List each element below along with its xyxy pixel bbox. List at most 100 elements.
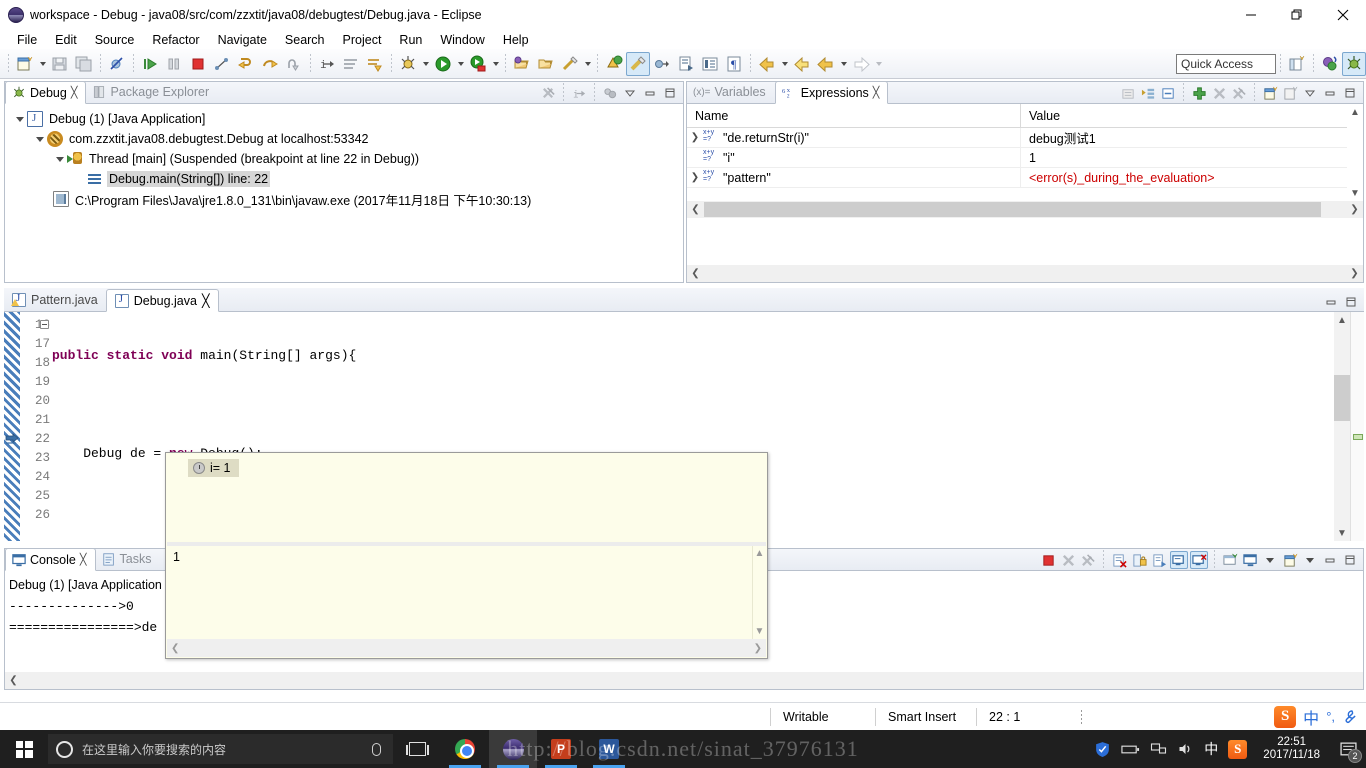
tab-pattern-java[interactable]: Pattern.java [4,289,106,311]
scroll-thumb[interactable] [704,202,1321,217]
open-task-icon[interactable] [534,52,558,76]
scroll-lock-icon[interactable] [1130,551,1148,569]
pin-console-icon[interactable] [1170,551,1188,569]
status-drag-handle[interactable] [1081,709,1082,724]
toggle-block-selection-icon[interactable] [650,52,674,76]
table-row[interactable]: ❯ "de.returnStr(i)" debug测试1 [687,127,1363,148]
scroll-left-icon[interactable]: ❮ [5,672,22,689]
step-into-selection-icon[interactable]: i [570,84,588,102]
suspend-icon[interactable] [162,52,186,76]
new-console-view-icon[interactable] [1241,551,1259,569]
word-wrap-icon[interactable] [1150,551,1168,569]
tree-node-launch[interactable]: Debug (1) [Java Application] [5,109,683,129]
scroll-right-icon[interactable]: ❯ [1346,265,1363,282]
display-selected-console-icon[interactable] [1190,551,1208,569]
chevron-down-icon[interactable] [33,129,47,149]
table-row[interactable]: "i" 1 [687,147,1363,168]
scroll-left-icon[interactable]: ❮ [687,201,704,218]
back-icon[interactable] [814,52,838,76]
scroll-up-icon[interactable]: ▲ [753,546,766,559]
view-menu-drop-icon[interactable] [1301,84,1319,102]
windows-start-icon[interactable] [0,730,48,768]
battery-icon[interactable] [1121,743,1140,756]
run-dropdown-icon[interactable] [455,53,466,75]
popup-expression-chip[interactable]: i= 1 [188,459,239,477]
remove-all-terminated-icon[interactable] [539,84,557,102]
sogou-tray-icon[interactable]: S [1228,739,1248,759]
scroll-track[interactable] [704,265,1346,282]
previous-edit-icon[interactable] [755,52,779,76]
minimize-icon[interactable] [1321,84,1339,102]
column-header-name[interactable]: Name [687,104,1021,127]
close-button[interactable] [1320,0,1366,30]
task-view-icon[interactable] [393,730,441,768]
scroll-right-icon[interactable]: ❯ [754,643,762,654]
run-history-dropdown-icon[interactable] [490,53,501,75]
minimize-icon[interactable] [641,84,659,102]
maximize-button[interactable] [1274,0,1320,30]
taskbar-search-box[interactable]: 在这里输入你要搜索的内容 [48,734,393,764]
step-over-icon[interactable] [258,52,282,76]
popup-horizontal-scrollbar[interactable]: ❮ ❯ [167,639,766,657]
editor-marker-ruler[interactable] [4,312,20,541]
new-expression-icon[interactable] [1261,84,1279,102]
menu-source[interactable]: Source [86,31,144,49]
sogou-ime-icon[interactable]: S [1274,705,1297,728]
menu-refactor[interactable]: Refactor [143,31,208,49]
scroll-up-icon[interactable]: ▲ [1347,104,1363,120]
scroll-up-icon[interactable]: ▲ [1334,312,1350,328]
shield-icon[interactable] [1094,741,1111,758]
menu-run[interactable]: Run [390,31,431,49]
menu-file[interactable]: File [8,31,46,49]
add-watch-expression-icon[interactable] [1190,84,1208,102]
editor-overview-ruler[interactable] [1350,312,1364,541]
new-wizard-dropdown-icon[interactable] [37,53,48,75]
save-icon[interactable] [48,52,72,76]
chevron-down-icon[interactable] [13,109,27,129]
popup-vertical-scrollbar[interactable]: ▲ ▼ [752,546,766,639]
debug-perspective-icon[interactable] [1342,51,1366,76]
tab-debug-java[interactable]: Debug.java ╳ [105,289,219,312]
remove-launch-icon[interactable] [1059,551,1077,569]
forward-icon[interactable] [849,52,873,76]
tab-variables[interactable]: (x)= Variables [687,81,775,103]
tree-node-thread[interactable]: Thread [main] (Suspended (breakpoint at … [5,149,683,169]
close-icon[interactable]: ╳ [71,86,78,99]
powerpoint-taskbar-icon[interactable]: P [537,730,585,768]
show-whitespace-icon[interactable] [674,52,698,76]
tab-console[interactable]: Console ╳ [5,548,96,571]
notification-center-icon[interactable]: 2 [1336,737,1362,763]
scroll-down-icon[interactable]: ▼ [753,626,766,637]
expression-name-cell[interactable]: ❯ "pattern" [687,167,1021,188]
minimize-icon[interactable] [1322,293,1340,311]
scroll-down-icon[interactable]: ▼ [1334,525,1350,541]
expressions-horizontal-scrollbar[interactable]: ❮ ❯ [687,201,1363,218]
run-icon[interactable] [431,52,455,76]
maximize-icon[interactable] [661,84,679,102]
collapse-all-icon[interactable] [1139,84,1157,102]
terminate-icon[interactable] [1039,551,1057,569]
menu-project[interactable]: Project [334,31,391,49]
eclipse-taskbar-icon[interactable] [489,730,537,768]
menu-help[interactable]: Help [494,31,538,49]
disconnect-icon[interactable] [210,52,234,76]
console-dropdown-icon[interactable] [1261,551,1279,569]
remove-selected-icon[interactable] [1210,84,1228,102]
editor-vertical-scrollbar[interactable]: ▲ ▼ [1334,312,1350,541]
resume-icon[interactable] [138,52,162,76]
show-source-icon[interactable]: ¶ [722,52,746,76]
ime-cn-icon[interactable]: 中 [1204,739,1218,759]
network-icon[interactable] [1150,742,1167,756]
word-taskbar-icon[interactable]: W [585,730,633,768]
maximize-icon[interactable] [1341,551,1359,569]
taskbar-clock[interactable]: 22:51 2017/11/18 [1257,736,1326,762]
last-edit-location-icon[interactable] [790,52,814,76]
scroll-left-icon[interactable]: ❮ [687,265,704,282]
open-type-icon[interactable] [510,52,534,76]
fold-collapse-icon[interactable] [40,320,49,329]
toggle-mark-occurrences-icon[interactable] [626,51,650,76]
tree-node-stack-frame[interactable]: Debug.main(String[]) line: 22 [5,169,683,189]
close-icon[interactable]: ╳ [202,293,210,308]
view-menu-drop-icon[interactable] [621,84,639,102]
tab-expressions[interactable]: 6 x 2 Expressions ╳ [774,81,889,104]
